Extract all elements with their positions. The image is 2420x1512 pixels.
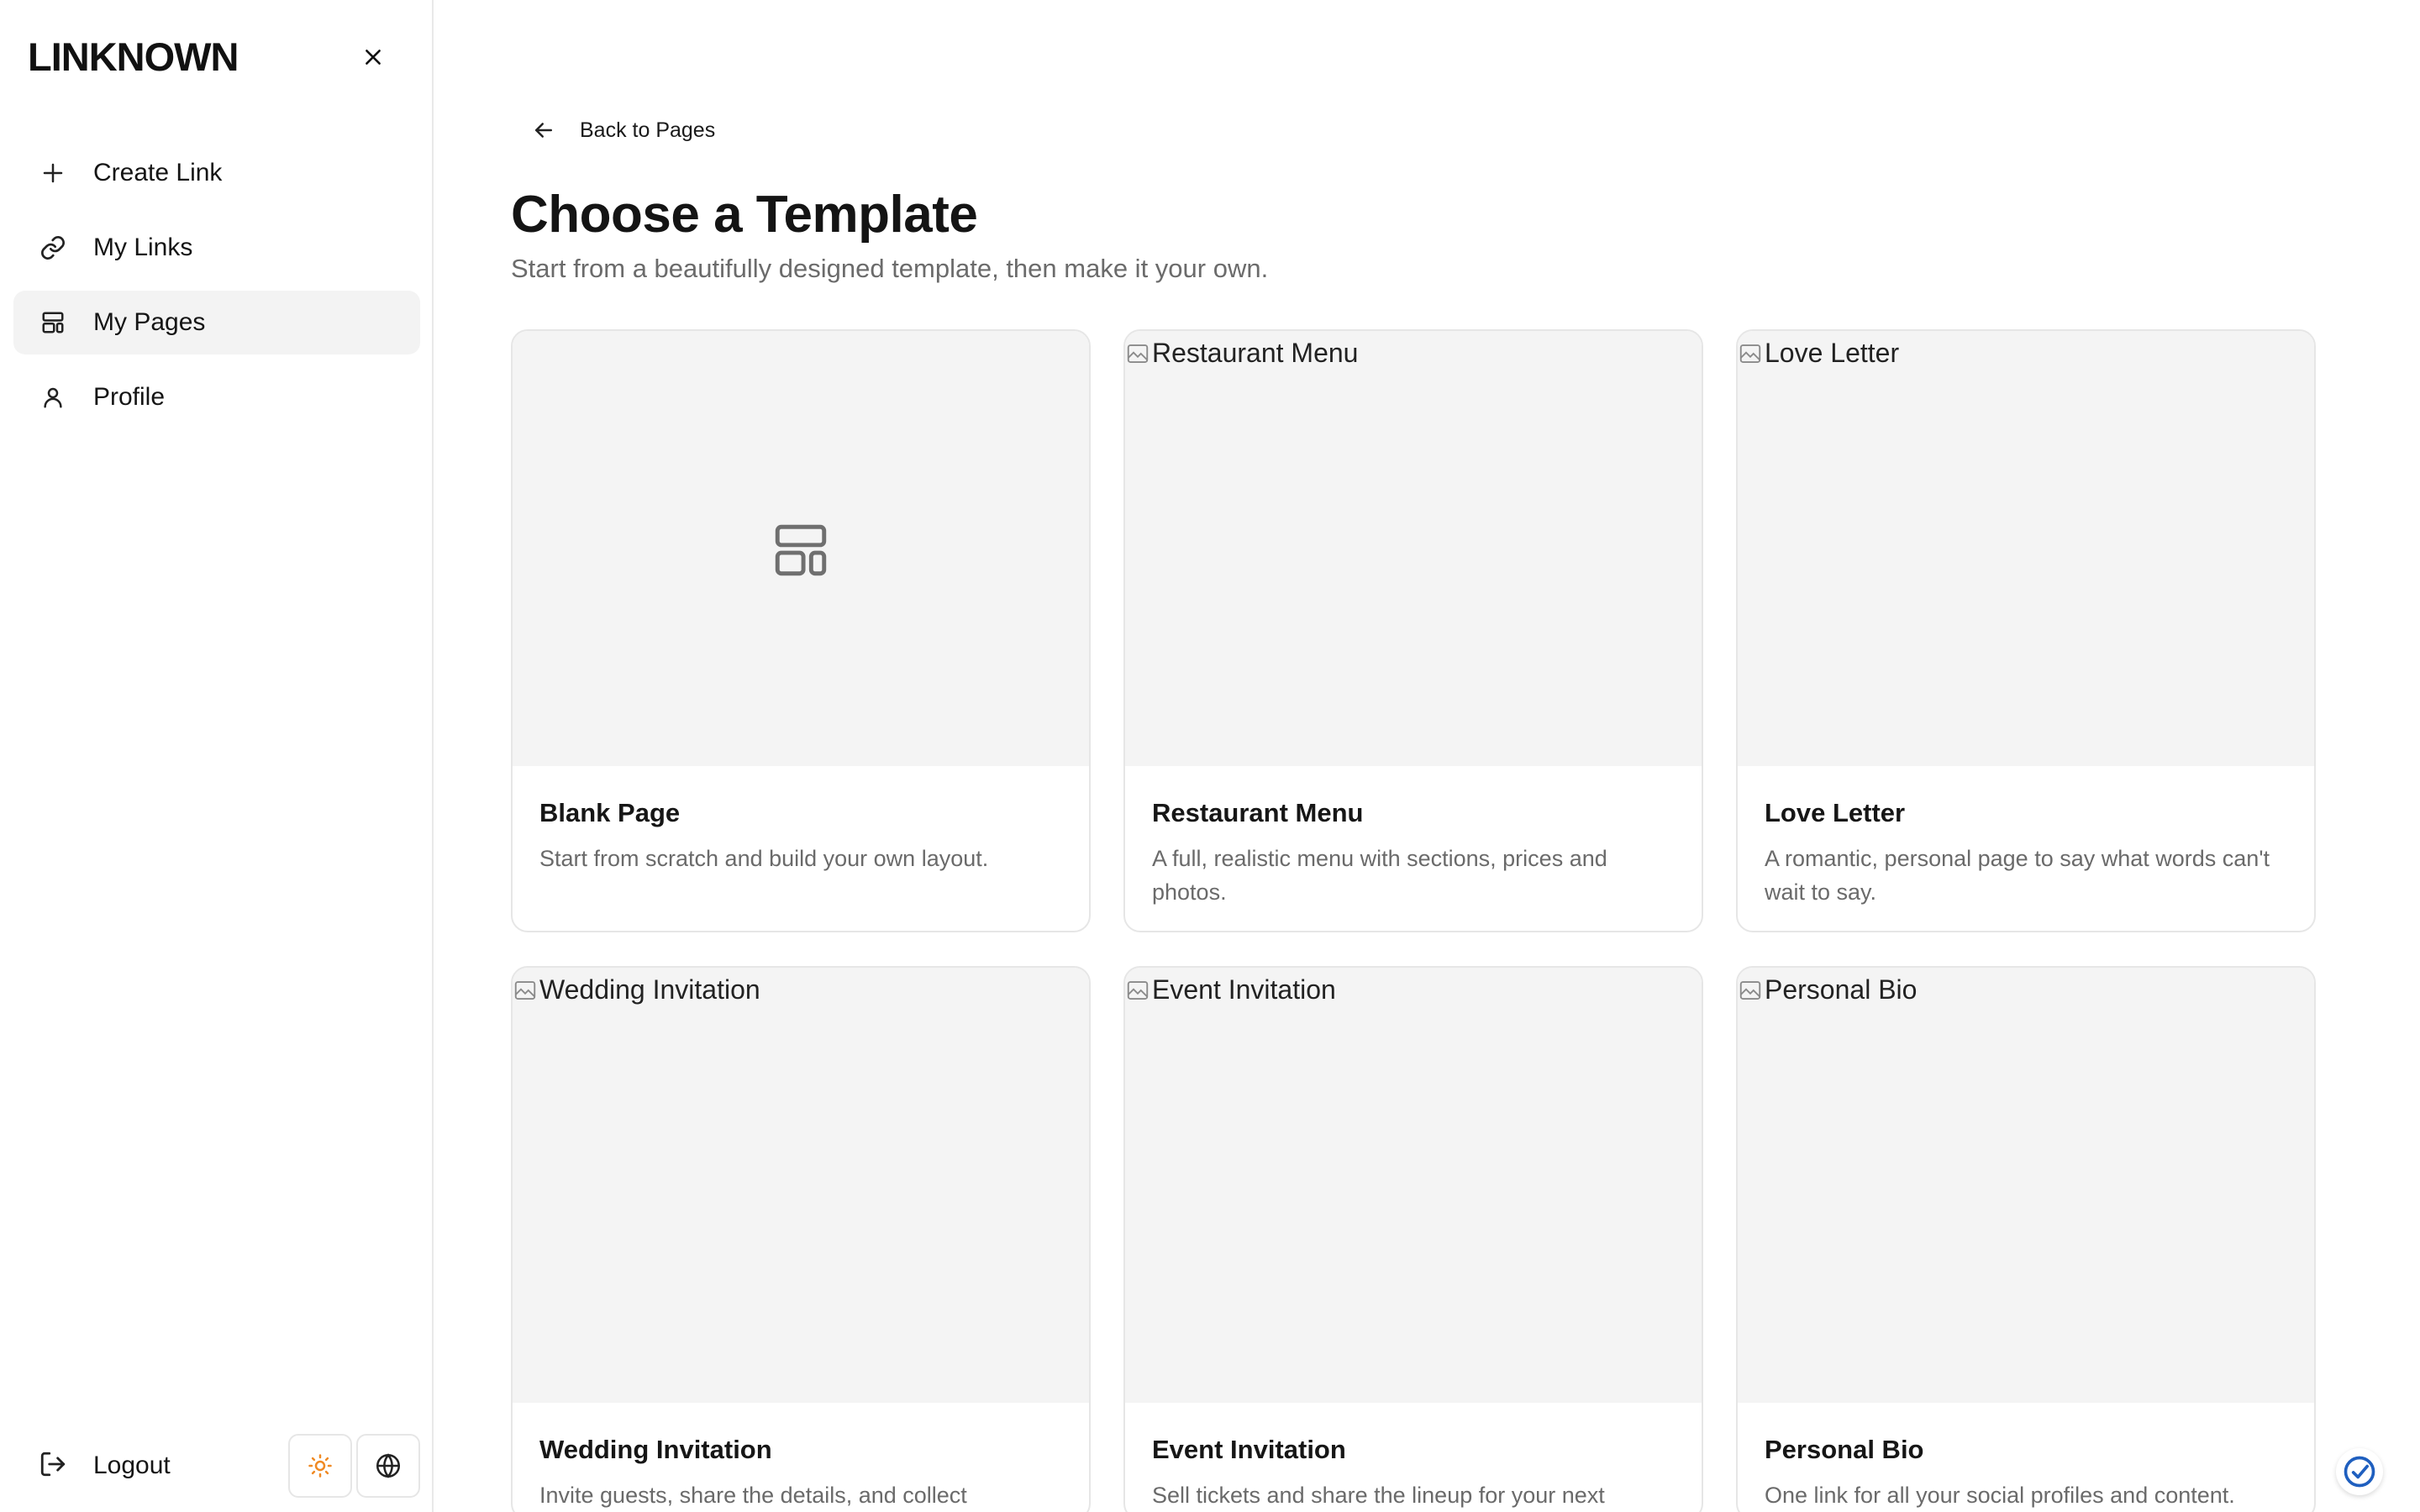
back-label: Back to Pages [580,118,716,142]
image-alt-label: Personal Bio [1765,974,1918,1005]
sidebar-item-label: My Pages [93,308,206,336]
image-alt-label: Restaurant Menu [1152,338,1359,368]
sidebar-item-create-link[interactable]: Create Link [13,141,420,205]
template-title: Wedding Invitation [539,1435,772,1464]
broken-image-icon [1739,344,1761,363]
back-to-pages-link[interactable]: Back to Pages [531,118,715,143]
template-thumbnail: Restaurant Menu [1125,331,1702,766]
template-title: Blank Page [539,798,681,827]
template-thumbnail: Wedding Invitation [513,968,1089,1403]
sidebar-item-label: Profile [93,383,166,411]
image-alt-text: Event Invitation [1125,974,1336,1005]
arrow-left-icon [535,123,552,138]
image-alt-label: Wedding Invitation [539,974,760,1005]
close-icon [366,50,381,65]
image-alt-text: Love Letter [1738,338,1899,369]
template-description: A full, realistic menu with sections, pr… [1152,846,1607,905]
verified-badge[interactable] [2336,1448,2383,1495]
template-card-body: Restaurant Menu A full, realistic menu w… [1125,766,1702,909]
template-description: Sell tickets and share the lineup for yo… [1152,1483,1605,1508]
sidebar-item-label: My Links [93,234,193,261]
template-description: One link for all your social profiles an… [1765,1483,2235,1508]
template-card-body: Wedding Invitation Invite guests, share … [513,1403,1089,1512]
template-card-personal-bio[interactable]: Personal Bio Personal Bio One link for a… [1736,966,2316,1512]
broken-image-icon [1739,980,1761,1000]
user-icon [39,383,67,412]
sun-icon [308,1454,332,1478]
template-title: Love Letter [1765,798,1906,827]
template-card-blank-page[interactable]: Blank Page Start from scratch and build … [511,329,1091,932]
sidebar-item-profile[interactable]: Profile [13,365,420,429]
template-card-restaurant-menu[interactable]: Restaurant Menu Restaurant Menu A full, … [1123,329,1703,932]
layout-icon [39,308,67,337]
template-card-event-invitation[interactable]: Event Invitation Event Invitation Sell t… [1123,966,1703,1512]
sidebar-item-my-pages[interactable]: My Pages [13,291,420,354]
link-icon [39,234,67,262]
plus-icon [39,159,67,187]
sidebar-item-my-links[interactable]: My Links [13,216,420,280]
shield-check-icon [2344,1456,2375,1488]
language-button[interactable] [356,1434,420,1498]
template-card-wedding-invitation[interactable]: Wedding Invitation Wedding Invitation In… [511,966,1091,1512]
main-content: Back to Pages Choose a Template Start fr… [435,0,2420,1512]
template-description: A romantic, personal page to say what wo… [1765,846,2270,905]
template-title: Restaurant Menu [1152,798,1364,827]
template-thumbnail: Personal Bio [1738,968,2314,1403]
globe-icon [376,1453,401,1478]
image-alt-text: Restaurant Menu [1125,338,1358,369]
template-thumbnail [513,331,1089,766]
brand-logo[interactable]: LINKNOWN [28,34,239,80]
template-card-love-letter[interactable]: Love Letter Love Letter A romantic, pers… [1736,329,2316,932]
close-sidebar-button[interactable] [356,40,390,74]
template-thumbnail: Event Invitation [1125,968,1702,1403]
template-title: Event Invitation [1152,1435,1346,1464]
template-card-body: Event Invitation Sell tickets and share … [1125,1403,1702,1512]
theme-toggle-button[interactable] [288,1434,352,1498]
sidebar-footer: Logout [13,1434,420,1498]
page-title: Choose a Template [511,186,978,244]
template-thumbnail: Love Letter [1738,331,2314,766]
template-card-body: Personal Bio One link for all your socia… [1738,1403,2314,1512]
image-alt-text: Personal Bio [1738,974,1917,1005]
template-description: Start from scratch and build your own la… [539,846,989,871]
logout-icon [39,1450,67,1483]
image-alt-text: Wedding Invitation [513,974,760,1005]
sidebar-item-label: Create Link [93,159,223,186]
logout-button[interactable]: Logout [13,1434,171,1498]
image-alt-label: Event Invitation [1152,974,1336,1005]
template-card-body: Blank Page Start from scratch and build … [513,766,1089,875]
template-title: Personal Bio [1765,1435,1924,1464]
sidebar: LINKNOWN Create Link My Links My Pages P… [0,0,434,1512]
image-alt-label: Love Letter [1765,338,1900,368]
layout-icon [775,524,827,576]
broken-image-icon [1127,980,1149,1000]
page-subtitle: Start from a beautifully designed templa… [511,254,1269,283]
broken-image-icon [1127,344,1149,363]
template-description: Invite guests, share the details, and co… [539,1483,967,1508]
logout-label: Logout [93,1452,171,1479]
broken-image-icon [514,980,536,1000]
sidebar-nav: Create Link My Links My Pages Profile [13,141,420,440]
template-card-body: Love Letter A romantic, personal page to… [1738,766,2314,909]
